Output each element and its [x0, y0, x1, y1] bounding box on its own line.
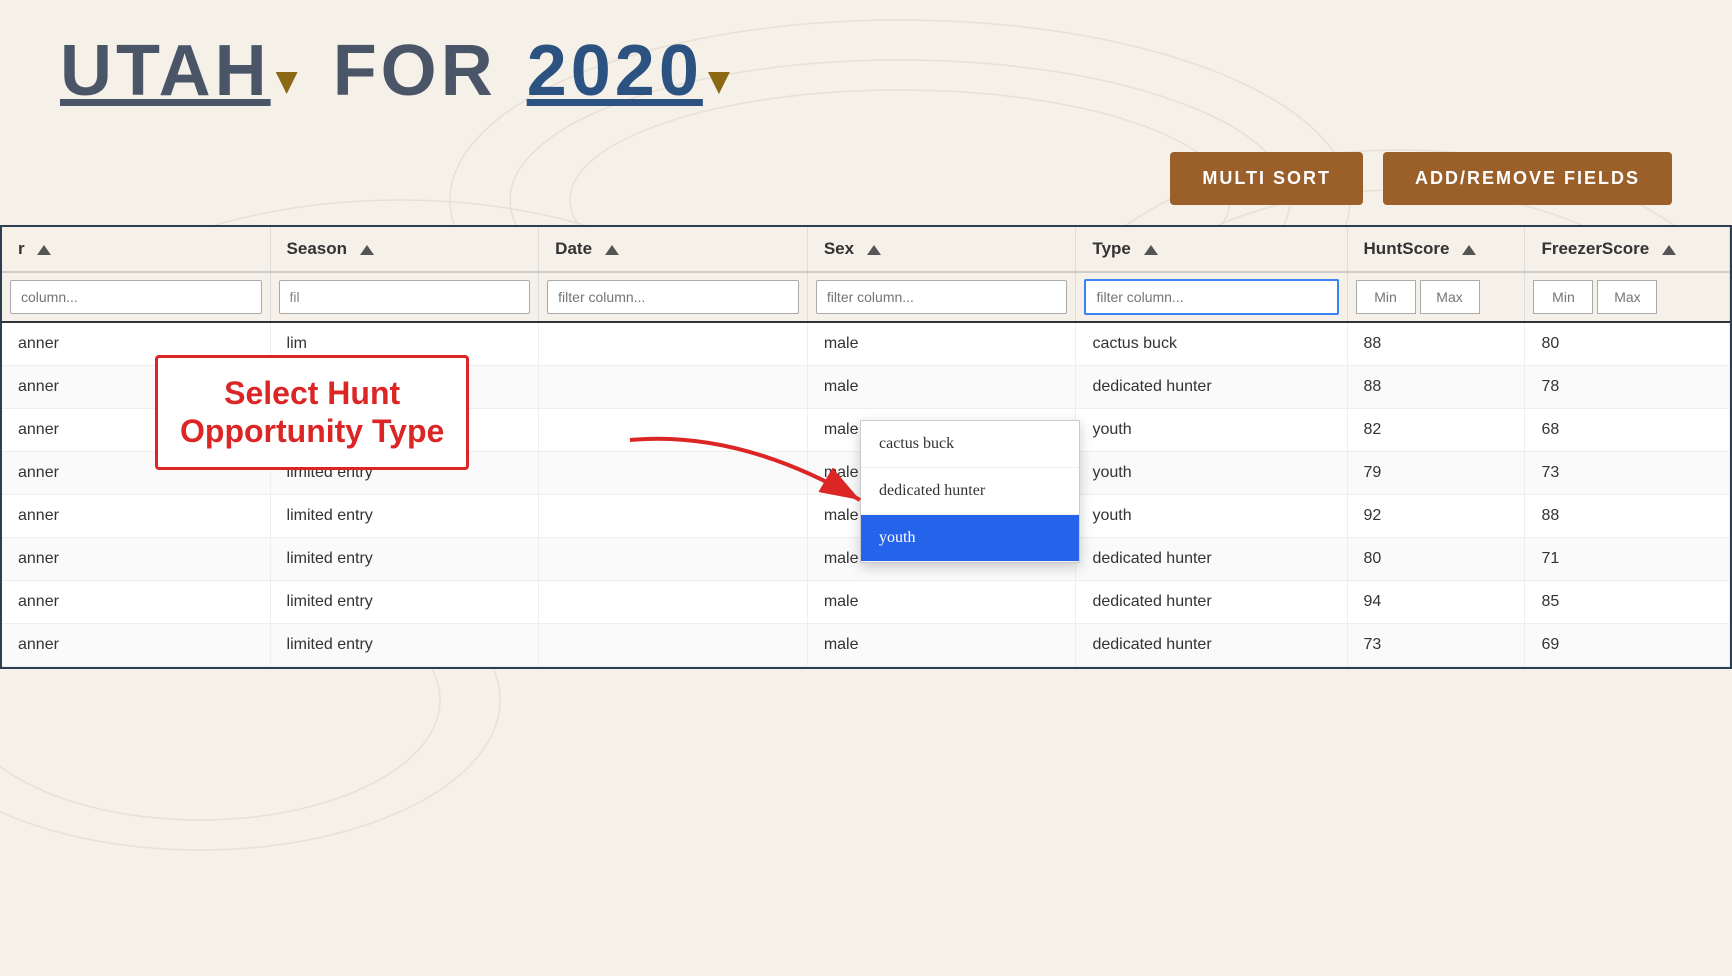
cell-row5-col1: limited entry	[270, 538, 539, 581]
cell-row6-col0: anner	[2, 581, 270, 624]
cell-row5-col0: anner	[2, 538, 270, 581]
sort-icon-huntscore	[1462, 245, 1476, 255]
cell-row6-col2	[539, 581, 808, 624]
cell-row0-col2	[539, 322, 808, 366]
cell-row0-col6: 80	[1525, 322, 1730, 366]
filter-input-sex[interactable]	[816, 280, 1068, 314]
filter-cell-date	[539, 272, 808, 322]
cell-row4-col1: limited entry	[270, 495, 539, 538]
filter-input-type[interactable]	[1084, 279, 1338, 315]
filter-input-freezerscore-min[interactable]	[1533, 280, 1593, 314]
col-header-type[interactable]: Type	[1076, 227, 1347, 272]
table-filter-row	[2, 272, 1730, 322]
cell-row6-col1: limited entry	[270, 581, 539, 624]
cell-row1-col3: male	[807, 366, 1076, 409]
col-header-freezerscore[interactable]: FreezerScore	[1525, 227, 1730, 272]
cell-row1-col4: dedicated hunter	[1076, 366, 1347, 409]
cell-row6-col5: 94	[1347, 581, 1525, 624]
cell-row2-col4: youth	[1076, 409, 1347, 452]
dot-1: ▾	[277, 56, 297, 103]
cell-row4-col0: anner	[2, 495, 270, 538]
type-dropdown: cactus buck dedicated hunter youth	[860, 420, 1080, 563]
cell-row4-col4: youth	[1076, 495, 1347, 538]
filter-input-date[interactable]	[547, 280, 799, 314]
callout-text-line2: Opportunity Type	[180, 412, 444, 450]
cell-row6-col4: dedicated hunter	[1076, 581, 1347, 624]
filter-cell-season	[270, 272, 539, 322]
cell-row2-col6: 68	[1525, 409, 1730, 452]
filter-cell-partial	[2, 272, 270, 322]
cell-row2-col2	[539, 409, 808, 452]
title-utah: UTAH	[60, 30, 271, 112]
cell-row1-col6: 78	[1525, 366, 1730, 409]
cell-row4-col5: 92	[1347, 495, 1525, 538]
col-header-partial[interactable]: r	[2, 227, 270, 272]
col-header-sex[interactable]: Sex	[807, 227, 1076, 272]
sort-icon-date	[605, 245, 619, 255]
cell-row7-col3: male	[807, 624, 1076, 667]
cell-row3-col2	[539, 452, 808, 495]
filter-cell-sex	[807, 272, 1076, 322]
title-for: FOR	[333, 30, 497, 112]
sort-icon-type	[1144, 245, 1158, 255]
sort-icon-sex	[867, 245, 881, 255]
toolbar: MULTI SORT ADD/REMOVE FIELDS	[0, 132, 1732, 225]
cell-row4-col6: 88	[1525, 495, 1730, 538]
title-year: 2020	[527, 30, 703, 112]
filter-input-freezerscore-max[interactable]	[1597, 280, 1657, 314]
cell-row4-col2	[539, 495, 808, 538]
cell-row3-col6: 73	[1525, 452, 1730, 495]
col-header-date[interactable]: Date	[539, 227, 808, 272]
cell-row5-col6: 71	[1525, 538, 1730, 581]
table-row: annerlimited entry malededicated hunter94…	[2, 581, 1730, 624]
sort-icon-partial	[37, 245, 51, 255]
cell-row3-col5: 79	[1347, 452, 1525, 495]
cell-row7-col5: 73	[1347, 624, 1525, 667]
sort-icon-freezerscore	[1662, 245, 1676, 255]
filter-cell-freezerscore	[1525, 272, 1730, 322]
cell-row5-col4: dedicated hunter	[1076, 538, 1347, 581]
cell-row6-col3: male	[807, 581, 1076, 624]
filter-input-huntscore-min[interactable]	[1356, 280, 1416, 314]
cell-row5-col5: 80	[1347, 538, 1525, 581]
cell-row0-col4: cactus buck	[1076, 322, 1347, 366]
filter-input-partial[interactable]	[10, 280, 262, 314]
multi-sort-button[interactable]: MULTI SORT	[1170, 152, 1363, 205]
cell-row5-col2	[539, 538, 808, 581]
add-remove-fields-button[interactable]: ADD/REMOVE FIELDS	[1383, 152, 1672, 205]
dropdown-item-cactus-buck[interactable]: cactus buck	[861, 421, 1079, 468]
filter-input-huntscore-max[interactable]	[1420, 280, 1480, 314]
header: UTAH ▾ FOR 2020 ▾	[0, 0, 1732, 132]
cell-row0-col3: male	[807, 322, 1076, 366]
table-header-row: r Season Date Sex Type	[2, 227, 1730, 272]
callout-box: Select Hunt Opportunity Type	[155, 355, 469, 470]
dot-2: ▾	[709, 56, 729, 103]
cell-row7-col0: anner	[2, 624, 270, 667]
col-header-huntscore[interactable]: HuntScore	[1347, 227, 1525, 272]
cell-row7-col4: dedicated hunter	[1076, 624, 1347, 667]
cell-row7-col2	[539, 624, 808, 667]
cell-row0-col5: 88	[1347, 322, 1525, 366]
cell-row2-col5: 82	[1347, 409, 1525, 452]
dropdown-item-dedicated-hunter[interactable]: dedicated hunter	[861, 468, 1079, 515]
cell-row3-col4: youth	[1076, 452, 1347, 495]
filter-cell-type	[1076, 272, 1347, 322]
callout-text-line1: Select Hunt	[180, 374, 444, 412]
table-row: annerlimited entry malededicated hunter73…	[2, 624, 1730, 667]
cell-row1-col2	[539, 366, 808, 409]
cell-row1-col5: 88	[1347, 366, 1525, 409]
dropdown-item-youth[interactable]: youth	[861, 515, 1079, 562]
filter-cell-huntscore	[1347, 272, 1525, 322]
page-title: UTAH ▾ FOR 2020 ▾	[60, 30, 1672, 112]
cell-row7-col6: 69	[1525, 624, 1730, 667]
cell-row7-col1: limited entry	[270, 624, 539, 667]
col-header-season[interactable]: Season	[270, 227, 539, 272]
filter-input-season[interactable]	[279, 280, 531, 314]
sort-icon-season	[360, 245, 374, 255]
cell-row6-col6: 85	[1525, 581, 1730, 624]
